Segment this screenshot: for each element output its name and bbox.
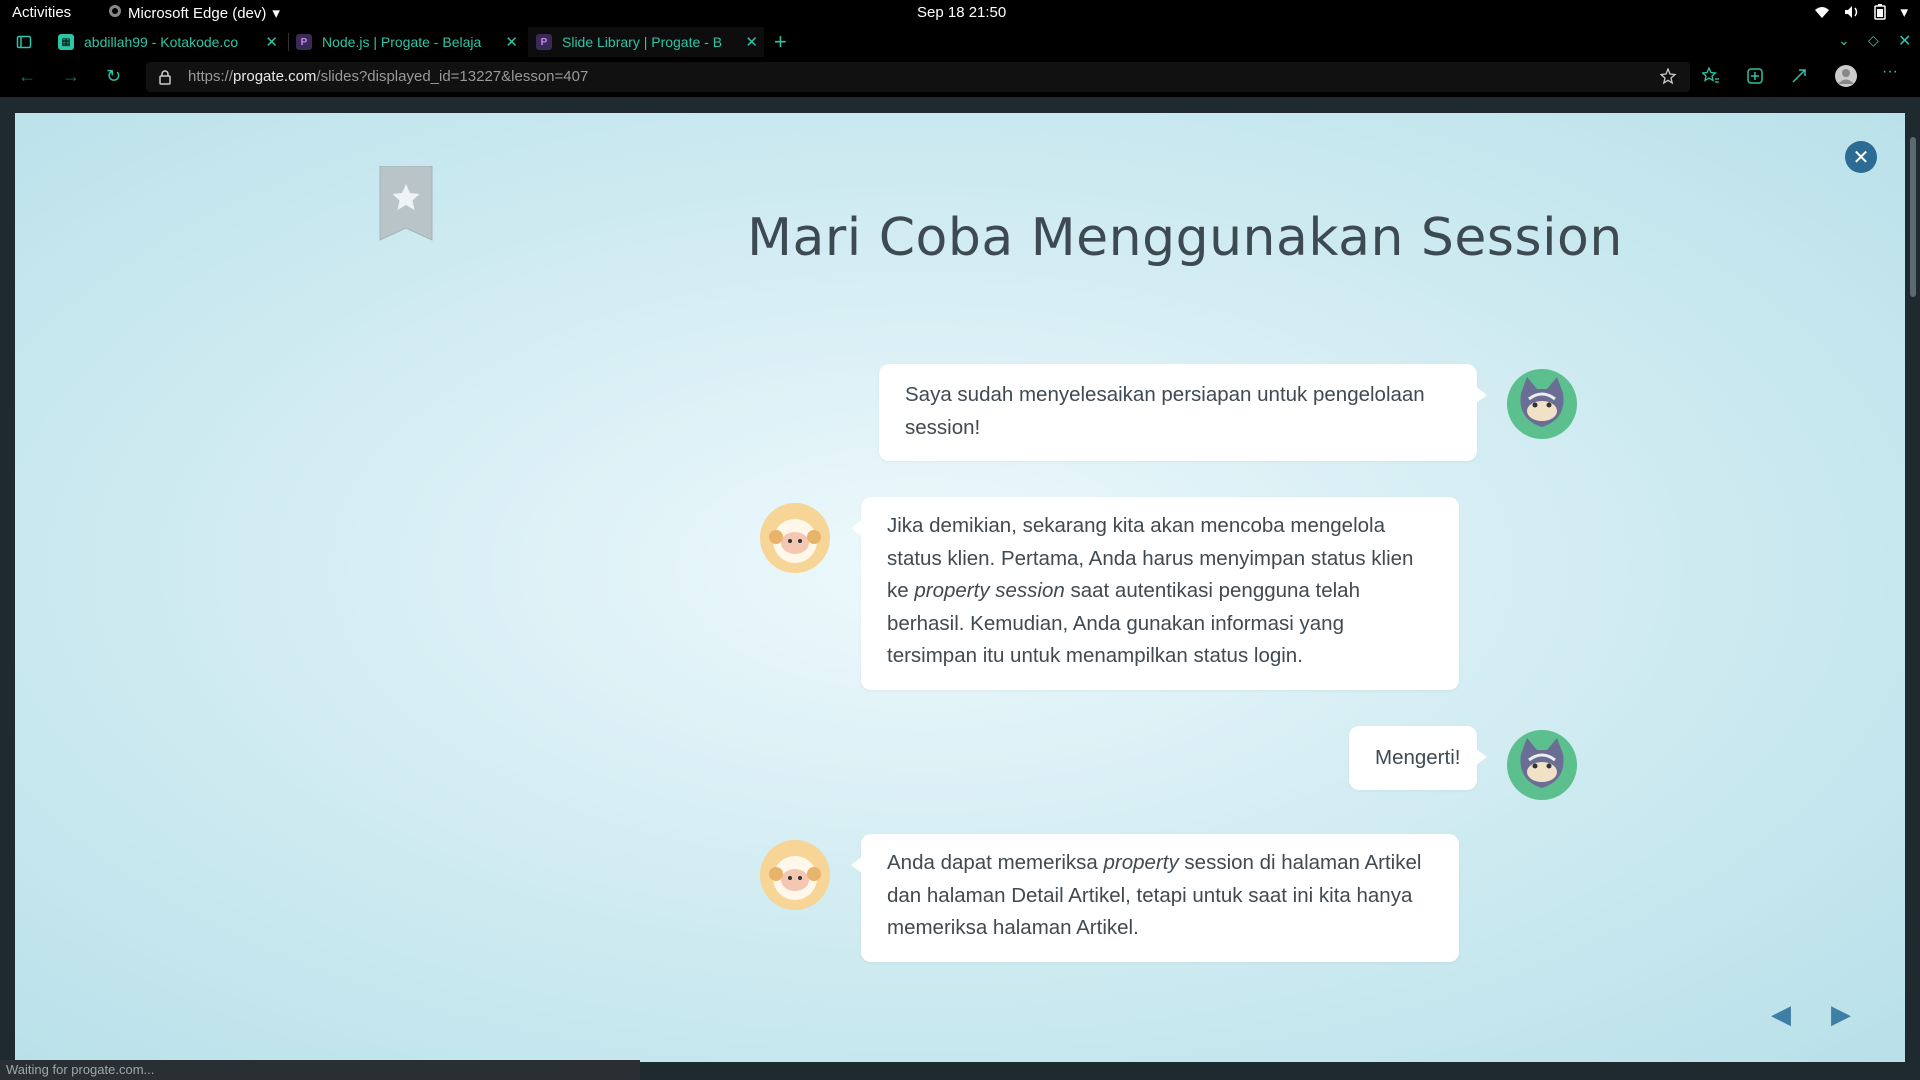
sheep-avatar [760, 840, 830, 910]
address-bar[interactable]: https://progate.com/slides?displayed_id=… [146, 62, 1690, 92]
navigation-bar: ← → ↻ https://progate.com/slides?display… [0, 57, 1920, 97]
tab-kotakode[interactable]: ▦ abdillah99 - Kotakode.co ✕ [56, 27, 284, 57]
battery-icon [1874, 4, 1887, 20]
page-content: Mari Coba Menggunakan Session ✕ Saya sud… [0, 97, 1920, 1080]
message-text: Jika demikian, sekarang kita akan mencob… [887, 514, 1414, 667]
caret-down-icon: ▾ [272, 5, 280, 22]
more-menu-icon[interactable]: ··· [1882, 63, 1898, 81]
forward-icon[interactable]: → [62, 66, 80, 87]
slide-modal: Mari Coba Menggunakan Session ✕ Saya sud… [15, 113, 1905, 1062]
tab-title: Node.js | Progate - Belaja [322, 34, 482, 50]
scrollbar-thumb[interactable] [1910, 137, 1916, 297]
power-menu-icon: ▾ [1900, 4, 1908, 21]
chat-bubble: Jika demikian, sekarang kita akan mencob… [851, 497, 1459, 690]
message-text: Saya sudah menyelesaikan persiapan untuk… [905, 383, 1425, 439]
tab-title: Slide Library | Progate - B [562, 34, 723, 50]
message-text: Mengerti! [1375, 746, 1461, 769]
new-tab-icon[interactable]: + [774, 29, 787, 55]
lock-icon[interactable] [158, 69, 172, 90]
page-scrollbar[interactable] [1906, 97, 1920, 1080]
minimize-icon[interactable]: ◇ [1868, 32, 1879, 49]
close-icon: ✕ [1852, 146, 1870, 169]
tab-search-icon[interactable]: ⌄ [1838, 32, 1850, 49]
app-name: Microsoft Edge (dev) [128, 4, 267, 22]
close-tab-icon[interactable]: ✕ [505, 33, 518, 51]
tab-divider [288, 33, 289, 51]
profile-avatar[interactable] [1834, 64, 1858, 93]
edge-icon [108, 4, 122, 22]
url-text[interactable]: https://progate.com/slides?displayed_id=… [188, 68, 588, 85]
chat-bubble: Mengerti! [1349, 726, 1487, 790]
prev-slide-arrow-icon[interactable]: ◀ [1771, 999, 1791, 1030]
close-window-icon[interactable]: ✕ [1898, 31, 1911, 51]
tab-progate-node[interactable]: P Node.js | Progate - Belaja ✕ [296, 27, 524, 57]
chat-bubble: Saya sudah menyelesaikan persiapan untuk… [879, 364, 1487, 461]
message-text: Anda dapat memeriksa property session di… [887, 851, 1422, 939]
favorites-icon[interactable] [1700, 66, 1720, 90]
close-slide-button[interactable]: ✕ [1845, 141, 1877, 173]
add-favorite-icon[interactable] [1659, 67, 1678, 91]
close-tab-icon[interactable]: ✕ [265, 33, 278, 51]
progate-favicon: P [536, 34, 552, 50]
slide-title: Mari Coba Menggunakan Session [747, 207, 1623, 268]
cat-avatar [1507, 369, 1577, 439]
progate-favicon: P [296, 34, 312, 50]
clock[interactable]: Sep 18 21:50 [917, 4, 1006, 21]
activities-button[interactable]: Activities [12, 4, 71, 21]
close-tab-icon[interactable]: ✕ [745, 33, 758, 51]
status-bar: Waiting for progate.com... [0, 1060, 640, 1080]
tab-progate-slide-library[interactable]: P Slide Library | Progate - B ✕ [528, 27, 764, 57]
back-icon[interactable]: ← [18, 66, 36, 87]
wifi-icon [1814, 5, 1830, 19]
sheep-avatar [760, 503, 830, 573]
refresh-icon[interactable]: ↻ [106, 66, 121, 87]
share-icon[interactable] [1790, 67, 1808, 90]
tab-strip: ▦ abdillah99 - Kotakode.co ✕ P Node.js |… [0, 27, 1920, 57]
system-top-bar: Activities Microsoft Edge (dev) ▾ Sep 18… [0, 0, 1920, 27]
cat-avatar [1507, 730, 1577, 800]
tab-actions-icon[interactable] [16, 34, 32, 55]
collections-icon[interactable] [1746, 67, 1764, 90]
volume-icon [1844, 5, 1860, 19]
next-slide-arrow-icon[interactable]: ▶ [1831, 999, 1851, 1030]
system-tray[interactable]: ▾ [1814, 3, 1908, 21]
kotakode-favicon: ▦ [58, 34, 74, 50]
bookmark-star-icon[interactable] [378, 165, 434, 247]
tab-title: abdillah99 - Kotakode.co [84, 34, 239, 50]
chat-bubble: Anda dapat memeriksa property session di… [851, 834, 1459, 962]
app-menu[interactable]: Microsoft Edge (dev) ▾ [108, 4, 280, 22]
